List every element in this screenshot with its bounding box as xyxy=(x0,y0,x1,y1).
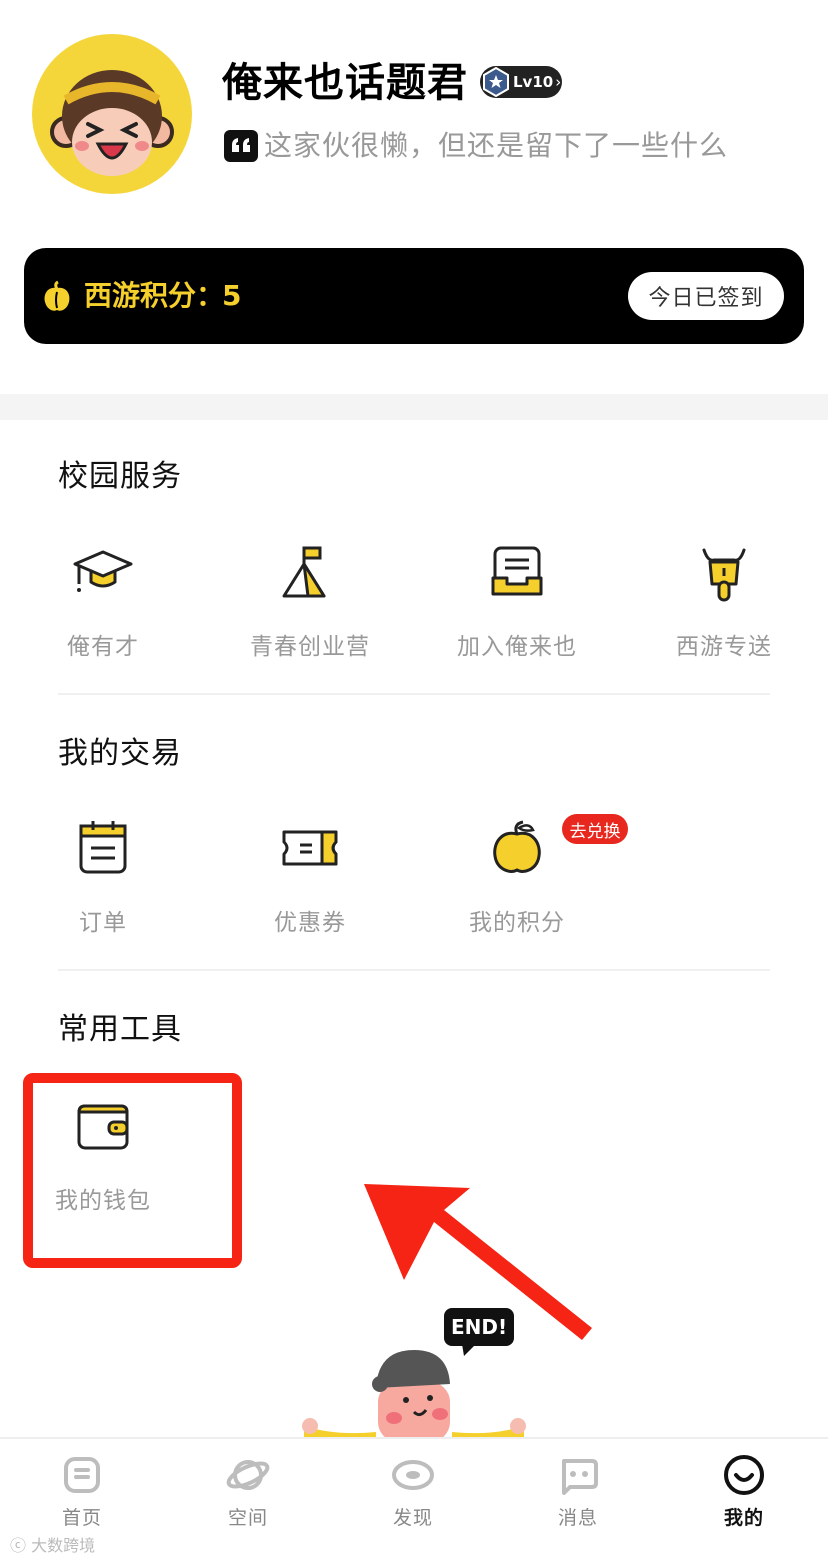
campus-services-title: 校园服务 xyxy=(58,459,182,494)
chat-icon xyxy=(562,1459,598,1495)
tools-title: 常用工具 xyxy=(58,1012,182,1047)
nav-item-space[interactable]: 空间 xyxy=(188,1453,308,1530)
service-label: 俺有才 xyxy=(67,634,139,660)
signin-button[interactable]: 今日已签到 xyxy=(628,272,784,320)
service-item-anyoucai[interactable]: 俺有才 xyxy=(3,540,203,670)
end-bubble: END! xyxy=(444,1308,514,1346)
trade-item-coupons[interactable]: 优惠券 xyxy=(210,816,410,946)
bottom-nav: 首页 空间 发现 消息 我的 xyxy=(0,1437,828,1561)
service-item-delivery[interactable]: 西游专送 xyxy=(624,540,824,670)
trade-label: 我的积分 xyxy=(469,910,565,936)
level-star-icon xyxy=(483,67,509,97)
trade-label: 优惠券 xyxy=(274,910,346,936)
divider xyxy=(58,969,770,971)
nav-item-discover[interactable]: 发现 xyxy=(353,1453,473,1530)
my-trades-title: 我的交易 xyxy=(58,736,182,771)
service-label: 加入俺来也 xyxy=(457,634,577,660)
avatar[interactable] xyxy=(32,34,192,194)
tent-flag-icon xyxy=(282,546,326,598)
bio-text[interactable]: 这家伙很懒，但还是留下了一些什么 xyxy=(264,126,728,166)
section-separator xyxy=(0,394,828,420)
smile-face-icon xyxy=(724,1455,764,1495)
trade-item-orders[interactable]: 订单 xyxy=(3,816,203,946)
points-label: 西游积分： xyxy=(84,279,225,312)
home-icon xyxy=(64,1457,100,1493)
points-value: 5 xyxy=(222,279,242,312)
service-item-startup-camp[interactable]: 青春创业营 xyxy=(210,540,410,670)
nav-label: 我的 xyxy=(723,1507,764,1529)
eye-icon xyxy=(392,1460,434,1490)
nav-label: 首页 xyxy=(61,1507,102,1529)
level-text: Lv10 xyxy=(513,73,554,91)
nav-label: 发现 xyxy=(392,1507,433,1529)
monkey-avatar-icon xyxy=(50,70,174,176)
level-badge[interactable]: Lv10 › xyxy=(480,66,562,98)
scooter-icon xyxy=(702,548,746,602)
watermark: ⓒ 大数跨境 xyxy=(10,1532,95,1556)
service-label: 西游专送 xyxy=(676,634,772,660)
highlight-box xyxy=(23,1073,242,1268)
peach-icon xyxy=(493,820,541,873)
chevron-right-icon: › xyxy=(555,73,562,91)
end-mascot-icon xyxy=(302,1350,526,1437)
graduation-cap-icon xyxy=(73,550,133,592)
nav-label: 空间 xyxy=(227,1507,268,1529)
planet-icon xyxy=(226,1460,270,1490)
nav-item-home[interactable]: 首页 xyxy=(22,1453,142,1530)
service-item-join[interactable]: 加入俺来也 xyxy=(417,540,617,670)
watermark-logo-icon: ⓒ xyxy=(10,1536,32,1555)
document-tray-icon xyxy=(491,546,543,596)
username: 俺来也话题君 xyxy=(222,60,468,106)
nav-item-mine[interactable]: 我的 xyxy=(684,1453,804,1530)
quote-icon xyxy=(224,130,258,162)
calendar-list-icon xyxy=(79,821,127,874)
divider xyxy=(58,693,770,695)
service-label: 青春创业营 xyxy=(250,634,370,660)
coupon-icon xyxy=(282,830,338,866)
exchange-badge[interactable]: 去兑换 xyxy=(562,814,628,844)
nav-label: 消息 xyxy=(557,1507,598,1529)
peach-coin-icon xyxy=(44,280,70,311)
nav-item-messages[interactable]: 消息 xyxy=(518,1453,638,1530)
trade-label: 订单 xyxy=(79,910,127,936)
watermark-text: 大数跨境 xyxy=(31,1536,96,1555)
